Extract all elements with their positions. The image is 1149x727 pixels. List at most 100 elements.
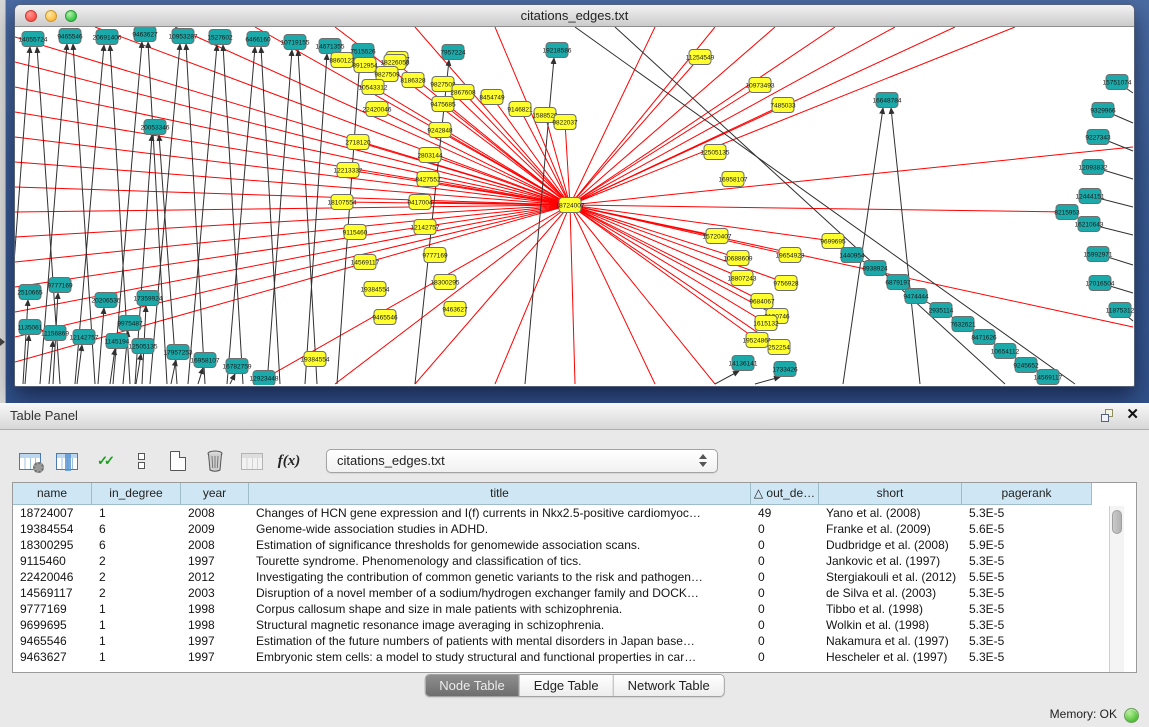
table-cell[interactable]: 0 <box>751 585 819 601</box>
table-cell[interactable]: Franke et al. (2009) <box>819 521 962 537</box>
table-cell[interactable]: Corpus callosum shape and size in male p… <box>249 601 751 617</box>
table-cell[interactable]: 5.3E-5 <box>962 633 1092 649</box>
function-builder-button[interactable]: f(x) <box>275 447 303 475</box>
table-row[interactable]: 946362711997Embryonic stem cells: a mode… <box>13 649 1136 665</box>
table-cell[interactable]: 5.3E-5 <box>962 601 1092 617</box>
table-row[interactable]: 1456911722003Disruption of a novel membe… <box>13 585 1136 601</box>
table-row[interactable]: 1938455462009Genome-wide association stu… <box>13 521 1136 537</box>
table-cell[interactable]: 5.3E-5 <box>962 585 1092 601</box>
table-cell[interactable]: 0 <box>751 537 819 553</box>
table-cell[interactable]: 2012 <box>181 569 249 585</box>
table-cell[interactable]: 5.5E-5 <box>962 569 1092 585</box>
table-cell[interactable]: Embryonic stem cells: a model to study s… <box>249 649 751 665</box>
table-cell[interactable]: Nakamura et al. (1997) <box>819 633 962 649</box>
table-cell[interactable]: 5.3E-5 <box>962 617 1092 633</box>
table-cell[interactable]: Tourette syndrome. Phenomenology and cla… <box>249 553 751 569</box>
table-row[interactable]: 2242004622012Investigating the contribut… <box>13 569 1136 585</box>
tab-node-table[interactable]: Node Table <box>425 675 520 696</box>
table-cell[interactable]: 1997 <box>181 633 249 649</box>
table-cell[interactable]: 0 <box>751 521 819 537</box>
table-cell[interactable]: 1 <box>92 505 181 521</box>
table-cell[interactable]: Hescheler et al. (1997) <box>819 649 962 665</box>
table-cell[interactable]: 14569117 <box>13 585 92 601</box>
deselect-all-button[interactable] <box>127 447 155 475</box>
column-header-year[interactable]: year <box>181 483 249 505</box>
table-cell[interactable]: 18724007 <box>13 505 92 521</box>
table-cell[interactable]: Wolkin et al. (1998) <box>819 617 962 633</box>
network-view-window[interactable]: citations_edges.txt 98220379115460121427… <box>14 4 1135 387</box>
new-column-button[interactable] <box>164 447 192 475</box>
table-cell[interactable]: 9465546 <box>13 633 92 649</box>
table-cell[interactable]: Yano et al. (2008) <box>819 505 962 521</box>
table-cell[interactable]: Stergiakouli et al. (2012) <box>819 569 962 585</box>
table-row[interactable]: 1872400712008Changes of HCN gene express… <box>13 505 1136 521</box>
table-cell[interactable]: 1 <box>92 617 181 633</box>
table-cell[interactable]: 1 <box>92 649 181 665</box>
table-cell[interactable]: 1998 <box>181 601 249 617</box>
table-cell[interactable]: Genome-wide association studies in ADHD. <box>249 521 751 537</box>
table-cell[interactable]: 1997 <box>181 553 249 569</box>
table-cell[interactable]: 5.6E-5 <box>962 521 1092 537</box>
table-cell[interactable]: 18300295 <box>13 537 92 553</box>
table-cell[interactable]: 2 <box>92 585 181 601</box>
table-row[interactable]: 911546021997Tourette syndrome. Phenomeno… <box>13 553 1136 569</box>
table-cell[interactable]: 0 <box>751 649 819 665</box>
column-header-title[interactable]: title <box>249 483 751 505</box>
delete-column-button[interactable] <box>201 447 229 475</box>
table-cell[interactable]: 1997 <box>181 649 249 665</box>
column-header-short[interactable]: short <box>819 483 962 505</box>
table-row[interactable]: 946554611997Estimation of the future num… <box>13 633 1136 649</box>
table-cell[interactable]: de Silva et al. (2003) <box>819 585 962 601</box>
table-cell[interactable]: 9699695 <box>13 617 92 633</box>
table-cell[interactable]: 0 <box>751 633 819 649</box>
zoom-window-button[interactable] <box>65 10 77 22</box>
column-header-out_de[interactable]: △ out_de… <box>751 483 819 505</box>
window-titlebar[interactable]: citations_edges.txt <box>15 5 1134 27</box>
table-cell[interactable]: Changes of HCN gene expression and I(f) … <box>249 505 751 521</box>
table-cell[interactable]: Structural magnetic resonance image aver… <box>249 617 751 633</box>
table-cell[interactable]: 9777169 <box>13 601 92 617</box>
select-all-button[interactable]: ✓✓ <box>90 447 118 475</box>
minimize-window-button[interactable] <box>45 10 57 22</box>
column-header-pagerank[interactable]: pagerank <box>962 483 1092 505</box>
scrollbar-thumb[interactable] <box>1112 510 1122 534</box>
table-cell[interactable]: 1998 <box>181 617 249 633</box>
table-cell[interactable]: Investigating the contribution of common… <box>249 569 751 585</box>
tab-network-table[interactable]: Network Table <box>614 675 724 696</box>
panel-handle-icon[interactable] <box>0 338 5 346</box>
table-cell[interactable]: 49 <box>751 505 819 521</box>
table-cell[interactable]: 1 <box>92 633 181 649</box>
table-row[interactable]: 969969511998Structural magnetic resonanc… <box>13 617 1136 633</box>
table-cell[interactable]: 9463627 <box>13 649 92 665</box>
table-cell[interactable]: 6 <box>92 537 181 553</box>
column-header-name[interactable]: name <box>13 483 92 505</box>
table-panel-header[interactable]: Table Panel ✕ <box>0 403 1149 430</box>
table-cell[interactable]: Tibbo et al. (1998) <box>819 601 962 617</box>
table-cell[interactable]: 0 <box>751 601 819 617</box>
table-cell[interactable]: 6 <box>92 521 181 537</box>
side-panel-edge[interactable] <box>0 0 6 403</box>
table-cell[interactable]: 1 <box>92 601 181 617</box>
table-cell[interactable]: 19384554 <box>13 521 92 537</box>
table-scrollbar[interactable] <box>1109 506 1124 672</box>
table-cell[interactable]: 5.3E-5 <box>962 553 1092 569</box>
table-row[interactable]: 977716911998Corpus callosum shape and si… <box>13 601 1136 617</box>
table-cell[interactable]: Dudbridge et al. (2008) <box>819 537 962 553</box>
table-cell[interactable]: 22420046 <box>13 569 92 585</box>
float-panel-icon[interactable] <box>1101 409 1114 422</box>
table-cell[interactable]: 9115460 <box>13 553 92 569</box>
table-cell[interactable]: 2009 <box>181 521 249 537</box>
table-cell[interactable]: Disruption of a novel member of a sodium… <box>249 585 751 601</box>
close-panel-icon[interactable]: ✕ <box>1126 408 1139 422</box>
table-cell[interactable]: Jankovic et al. (1997) <box>819 553 962 569</box>
table-cell[interactable]: Estimation of the future numbers of pati… <box>249 633 751 649</box>
table-cell[interactable]: 2008 <box>181 537 249 553</box>
table-cell[interactable]: 0 <box>751 553 819 569</box>
column-header-in_degree[interactable]: in_degree <box>92 483 181 505</box>
table-cell[interactable]: 2 <box>92 553 181 569</box>
close-window-button[interactable] <box>25 10 37 22</box>
table-source-dropdown[interactable]: citations_edges.txt <box>326 449 718 473</box>
table-cell[interactable]: 0 <box>751 617 819 633</box>
table-cell[interactable]: 5.3E-5 <box>962 505 1092 521</box>
table-cell[interactable]: 0 <box>751 569 819 585</box>
